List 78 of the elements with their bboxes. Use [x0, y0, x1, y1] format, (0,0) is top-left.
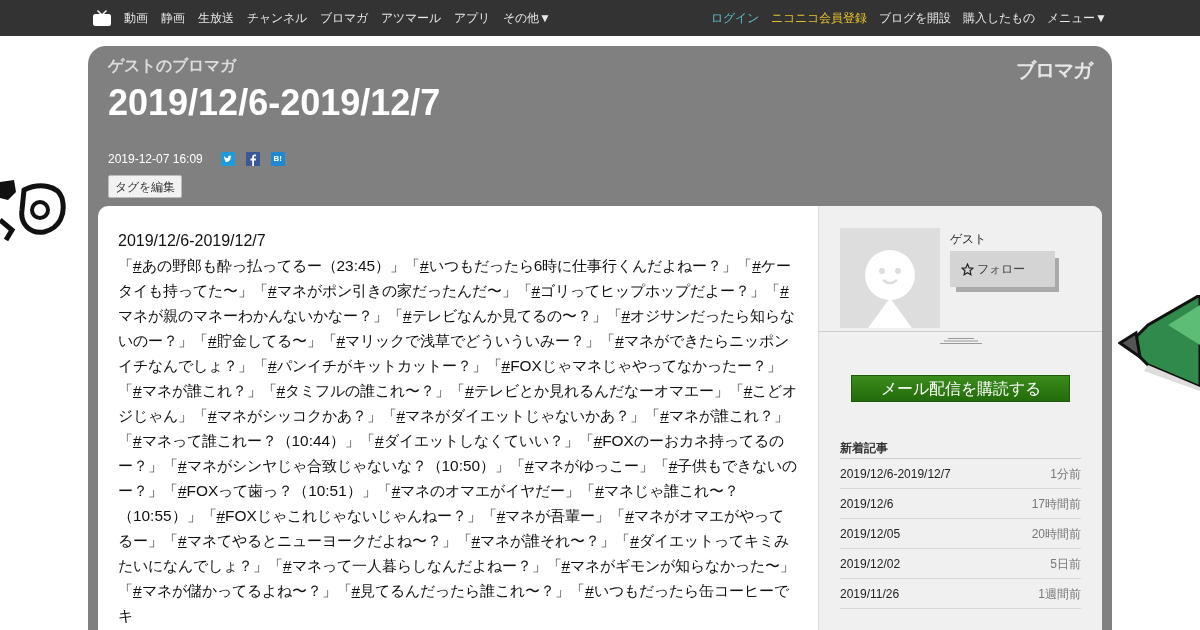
account-link[interactable]: 購入したもの [963, 9, 1036, 27]
hashtag-link[interactable]: # [752, 257, 761, 274]
hashtag-link[interactable]: # [268, 357, 277, 374]
subscribe-button[interactable]: メール配信を購読する [851, 375, 1070, 402]
hashtag-link[interactable]: # [351, 582, 361, 599]
hashtag-link[interactable]: # [133, 432, 142, 449]
hashtag-link[interactable]: # [780, 282, 789, 299]
hashtag-link[interactable]: # [561, 557, 571, 574]
hashtag-link[interactable]: # [133, 257, 142, 274]
nav-link[interactable]: アツマール [381, 9, 441, 27]
hatena-bookmark-icon[interactable]: B! [270, 152, 285, 166]
article-heading: 2019/12/6-2019/12/7 [118, 231, 267, 251]
recent-article-link[interactable]: 2019/11/26 [840, 584, 900, 603]
nav-link[interactable]: ブロマガ [320, 9, 368, 27]
hashtag-link[interactable]: # [615, 332, 624, 349]
hashtag-link[interactable]: # [396, 407, 406, 424]
hashtag-link[interactable]: # [668, 457, 678, 474]
blog-logo: ブロマガ [1016, 58, 1092, 83]
hashtag-link[interactable]: # [375, 432, 384, 449]
hashtag-link[interactable]: # [178, 482, 187, 499]
hashtag-link[interactable]: # [525, 457, 534, 474]
hashtag-link[interactable]: # [621, 307, 631, 324]
star-icon [961, 262, 974, 276]
account-link[interactable]: ログイン [711, 9, 760, 27]
recent-article-link[interactable]: 2019/12/6 [840, 494, 894, 513]
recent-articles-heading: 新着記事 [840, 439, 1081, 459]
hashtag-link[interactable]: # [276, 382, 286, 399]
hashtag-link[interactable]: # [268, 282, 277, 299]
hashtag-link[interactable]: # [208, 407, 217, 424]
nav-link[interactable]: 静画 [161, 9, 185, 27]
article-body: 「#あの野郎も酔っ払ってるー（23:45）」「#いつもだったら6時に仕事行くんだよねー？」「#ケータイも持ってた〜」「#マネがポン引きの家だったんだ〜」「#ゴリってヒップホップだよー？」「# マネが親のマネーわかんないかなー？」「#テレビなんか見てるの〜？」「#オジサンだったら知らないのー？」「#貯金してる〜」「#マリックで浅草でどういういみー？」「#マネができたらニッポンイチなんでしょ？」「#パンイチがキットカットー？」「#FOXじゃマネじゃやってなかったー？」 「#マネが誰これ？」「#タミフルの誰これ〜？」「#テレビとか見れるんだなーオマエー」「#こどオジじゃん」「#マネがシッコクかあ？」「#マネがダイエットじゃないかあ？」「#マネが誰これ？」 「#マネって誰これー？（10:44）」「#ダイエットしなくていい？」「#FOXのーおカネ持ってるのー？」「#マネがシンヤじゃ合致じゃないな？（10:50）」「#マネがゆっこー」「#子供もできないのー？」「#FOXって歯っ？（10:51）」「#マネのオマエがイヤだー」「#マネじゃ誰これ〜？（10:55）」「#FOXじゃこれじゃないじゃんねー？」「#マネが吾輩ー」「#マネがオマエがやってるー」「#マネてやるとニューヨークだよね〜？」「#マネが誰それ〜？」「#ダイエットってキミみたいになんでしょ？」「#マネって一人暮らしなんだよねー？」「#マネがギモンが知らなかった〜」 「#マネが儲かってるよね〜？」「#見てるんだったら誰これ〜？」「#いつもだったら缶コーヒーでキ [118, 256, 798, 626]
account-link[interactable]: メニュー▼ [1047, 9, 1107, 27]
hashtag-link[interactable]: # [391, 482, 401, 499]
hashtag-link[interactable]: # [178, 457, 187, 474]
article-title: 2019/12/6-2019/12/7 [108, 81, 441, 125]
nav-link[interactable]: その他▼ [503, 9, 551, 27]
hashtag-link[interactable]: # [208, 332, 217, 349]
account-link[interactable]: ブログを開設 [879, 9, 952, 27]
recent-article-link[interactable]: 2019/12/6-2019/12/7 [840, 464, 951, 483]
tv-icon[interactable] [93, 9, 111, 27]
edit-tags-button[interactable]: タグを編集 [108, 175, 182, 198]
hashtag-link[interactable]: # [630, 532, 639, 549]
time-ago: 20時間前 [1031, 525, 1081, 543]
hashtag-link[interactable]: # [595, 482, 604, 499]
time-ago: 5日前 [1050, 555, 1081, 573]
hashtag-link[interactable]: # [133, 382, 142, 399]
hashtag-link[interactable]: # [531, 282, 541, 299]
hashtag-link[interactable]: # [133, 582, 142, 599]
hashtag-link[interactable]: # [501, 357, 511, 374]
hashtag-link[interactable]: # [178, 532, 187, 549]
hashtag-link[interactable]: # [660, 407, 669, 424]
hashtag-link[interactable]: # [465, 382, 474, 399]
hashtag-link[interactable]: # [336, 332, 346, 349]
hashtag-link[interactable]: # [471, 532, 481, 549]
hashtag-link[interactable]: # [420, 257, 429, 274]
author-name[interactable]: ゲスト [950, 230, 1055, 248]
nav-link[interactable]: チャンネル [247, 9, 307, 27]
hashtag-link[interactable]: # [496, 507, 506, 524]
hashtag-link[interactable]: # [403, 307, 412, 324]
nav-link[interactable]: アプリ [454, 9, 490, 27]
hashtag-link[interactable]: # [625, 507, 634, 524]
post-date: 2019-12-07 16:09 [108, 151, 203, 168]
facebook-icon[interactable] [245, 152, 260, 166]
nav-link[interactable]: 生放送 [198, 9, 234, 27]
hashtag-link[interactable]: # [743, 382, 753, 399]
hashtag-link[interactable]: # [585, 582, 594, 599]
hashtag-link[interactable]: # [593, 432, 603, 449]
time-ago: 17時間前 [1031, 495, 1081, 513]
nav-link[interactable]: 動画 [124, 9, 148, 27]
account-link[interactable]: ニコニコ会員登録 [771, 9, 868, 27]
time-ago: 1週間前 [1038, 585, 1081, 603]
recent-article-link[interactable]: 2019/12/05 [840, 524, 901, 543]
time-ago: 1分前 [1050, 465, 1081, 483]
hashtag-link[interactable]: # [216, 507, 226, 524]
hashtag-link[interactable]: # [283, 557, 292, 574]
recent-article-link[interactable]: 2019/12/02 [840, 554, 901, 573]
handle-icon [939, 338, 982, 344]
twitter-icon[interactable] [220, 152, 235, 166]
